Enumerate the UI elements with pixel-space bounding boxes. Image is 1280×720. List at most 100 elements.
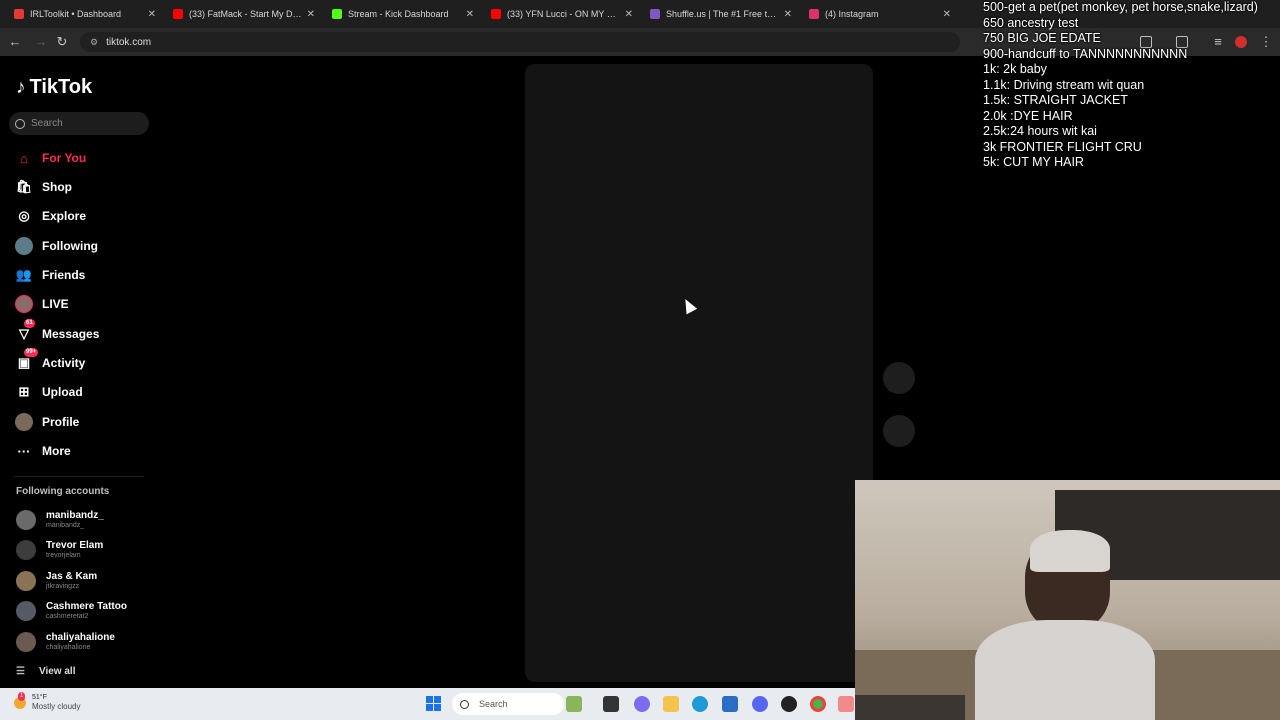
stream-goals-overlay: 500-get a pet(pet monkey, pet horse,snak…	[983, 0, 1280, 175]
goal-line: 750 BIG JOE EDATE	[983, 31, 1101, 45]
nav-following[interactable]: Following	[14, 236, 98, 256]
goal-line: 1.5k: STRAIGHT JACKET	[983, 93, 1128, 107]
taskbar-search-input[interactable]: Search	[452, 693, 564, 715]
following-account-item[interactable]: chaliyahalione chaliyahalione	[16, 629, 115, 655]
shuffle-favicon-icon	[650, 9, 660, 19]
nav-more[interactable]: ··· More	[14, 441, 71, 461]
close-icon[interactable]: ✕	[466, 9, 474, 20]
nav-label: Upload	[42, 385, 83, 399]
browser-tab[interactable]: IRLToolkit • Dashboard ✕	[6, 2, 164, 26]
address-bar[interactable]: ⚙ tiktok.com	[80, 32, 960, 52]
kick-favicon-icon	[332, 9, 342, 19]
search-icon	[15, 118, 25, 129]
browser-tab[interactable]: Stream - Kick Dashboard ✕	[324, 2, 482, 26]
instagram-favicon-icon	[809, 9, 819, 19]
nav-shop[interactable]: 🛍 Shop	[14, 177, 72, 197]
forward-arrow-icon[interactable]: →	[33, 34, 49, 49]
nav-friends[interactable]: 👥 Friends	[14, 265, 85, 285]
close-icon[interactable]: ✕	[307, 9, 315, 20]
discord-icon[interactable]	[752, 696, 768, 712]
back-arrow-icon[interactable]: ←	[7, 34, 23, 49]
nav-label: Following	[42, 239, 98, 253]
video-player[interactable]	[525, 64, 873, 682]
tab-title: Shuffle.us | The #1 Free to Play	[666, 9, 780, 19]
reload-icon[interactable]: ↻	[54, 34, 70, 50]
search-highlight-icon[interactable]	[566, 696, 582, 712]
goal-line: 650 ancestry test	[983, 15, 1079, 30]
account-name: chaliyahalione	[46, 632, 115, 643]
file-explorer-icon[interactable]	[663, 696, 679, 712]
nav-messages[interactable]: ▽ 61 Messages	[14, 319, 100, 344]
avatar	[16, 571, 36, 591]
goal-line: 1.1k: Driving stream wit quan	[983, 77, 1145, 92]
store-icon[interactable]	[722, 696, 738, 712]
bell-icon: ▣ 99+	[17, 348, 39, 370]
nav-activity[interactable]: ▣ 99+ Activity	[14, 348, 85, 373]
webcam-feed	[855, 480, 1280, 720]
task-view-icon[interactable]	[603, 696, 619, 712]
close-icon[interactable]: ✕	[943, 9, 951, 20]
following-account-item[interactable]: Cashmere Tattoo cashmeretat2	[16, 598, 127, 624]
browser-tab[interactable]: Shuffle.us | The #1 Free to Play ✕	[642, 2, 800, 26]
account-name: Trevor Elam	[46, 540, 104, 551]
nav-for-you[interactable]: ⌂ For You	[14, 148, 86, 168]
browser-tab[interactable]: (33) FatMack - Start My Day [O ✕	[165, 2, 323, 26]
account-handle: manibandz_	[46, 522, 85, 529]
irltoolkit-favicon-icon	[14, 9, 24, 19]
following-accounts-heading: Following accounts	[16, 486, 110, 497]
account-name: Jas & Kam	[46, 571, 98, 582]
tab-title: (4) Instagram	[825, 9, 879, 19]
beanie	[1030, 530, 1110, 572]
account-handle: cashmeretat2	[46, 613, 89, 620]
following-account-item[interactable]: manibandz_ manibandz_	[16, 507, 104, 533]
weather-temperature: 51°F	[32, 694, 47, 701]
windows-start-icon[interactable]	[426, 696, 441, 711]
shop-bag-icon: 🛍	[15, 179, 33, 194]
youtube-favicon-icon	[491, 9, 501, 19]
goal-line: 500-get a pet(pet monkey, pet horse,snak…	[983, 0, 1258, 14]
nav-explore[interactable]: ◎ Explore	[14, 206, 86, 226]
edge-browser-icon[interactable]	[692, 696, 708, 712]
notification-badge: 99+	[24, 348, 39, 357]
windows-taskbar: 1 51°F Mostly cloudy Search	[0, 688, 855, 720]
obs-icon[interactable]	[838, 696, 854, 712]
weather-widget[interactable]: 1 51°F Mostly cloudy	[14, 691, 81, 711]
address-text: tiktok.com	[106, 36, 152, 48]
nav-label: Messages	[42, 327, 100, 341]
nav-label: Shop	[42, 180, 72, 194]
action-button[interactable]	[883, 362, 915, 394]
close-icon[interactable]: ✕	[148, 9, 156, 20]
browser-tab[interactable]: (33) YFN Lucci - ON MY MIND ✕	[483, 2, 641, 26]
action-button[interactable]	[883, 415, 915, 447]
chrome-icon[interactable]	[810, 696, 826, 712]
compass-icon: ◎	[18, 208, 30, 223]
search-placeholder: Search	[31, 118, 63, 129]
ellipsis-icon: ···	[17, 443, 31, 459]
search-input[interactable]: Search	[9, 112, 149, 135]
goal-line: 3k FRONTIER FLIGHT CRU	[983, 139, 1142, 154]
logo-text: TikTok	[29, 76, 93, 98]
close-icon[interactable]: ✕	[625, 9, 633, 20]
site-info-icon[interactable]: ⚙	[90, 37, 98, 48]
app-icon[interactable]	[781, 696, 797, 712]
nav-profile[interactable]: Profile	[14, 412, 79, 432]
nav-label: More	[42, 444, 71, 458]
friends-icon: 👥	[15, 267, 33, 282]
view-all-label: View all	[38, 666, 76, 677]
search-icon	[460, 699, 469, 709]
tab-title: IRLToolkit • Dashboard	[30, 9, 122, 19]
copilot-icon[interactable]	[634, 696, 650, 712]
nav-live[interactable]: LIVE	[14, 294, 69, 314]
browser-tab[interactable]: (4) Instagram ✕	[801, 2, 959, 26]
view-all-button[interactable]: ☰ View all	[16, 666, 75, 677]
notification-badge: 61	[24, 319, 35, 328]
following-account-item[interactable]: Jas & Kam jtkravingzz	[16, 568, 97, 594]
nav-upload[interactable]: ⊞ Upload	[14, 382, 83, 402]
tab-title: (33) YFN Lucci - ON MY MIND	[507, 9, 621, 19]
following-account-item[interactable]: Trevor Elam trevorjelam	[16, 537, 103, 563]
list-icon: ☰	[16, 666, 25, 677]
taskbar-search-placeholder: Search	[479, 699, 508, 709]
close-icon[interactable]: ✕	[784, 9, 792, 20]
tiktok-logo[interactable]: ♪ TikTok	[16, 76, 92, 99]
weather-condition: Mostly cloudy	[32, 702, 81, 711]
